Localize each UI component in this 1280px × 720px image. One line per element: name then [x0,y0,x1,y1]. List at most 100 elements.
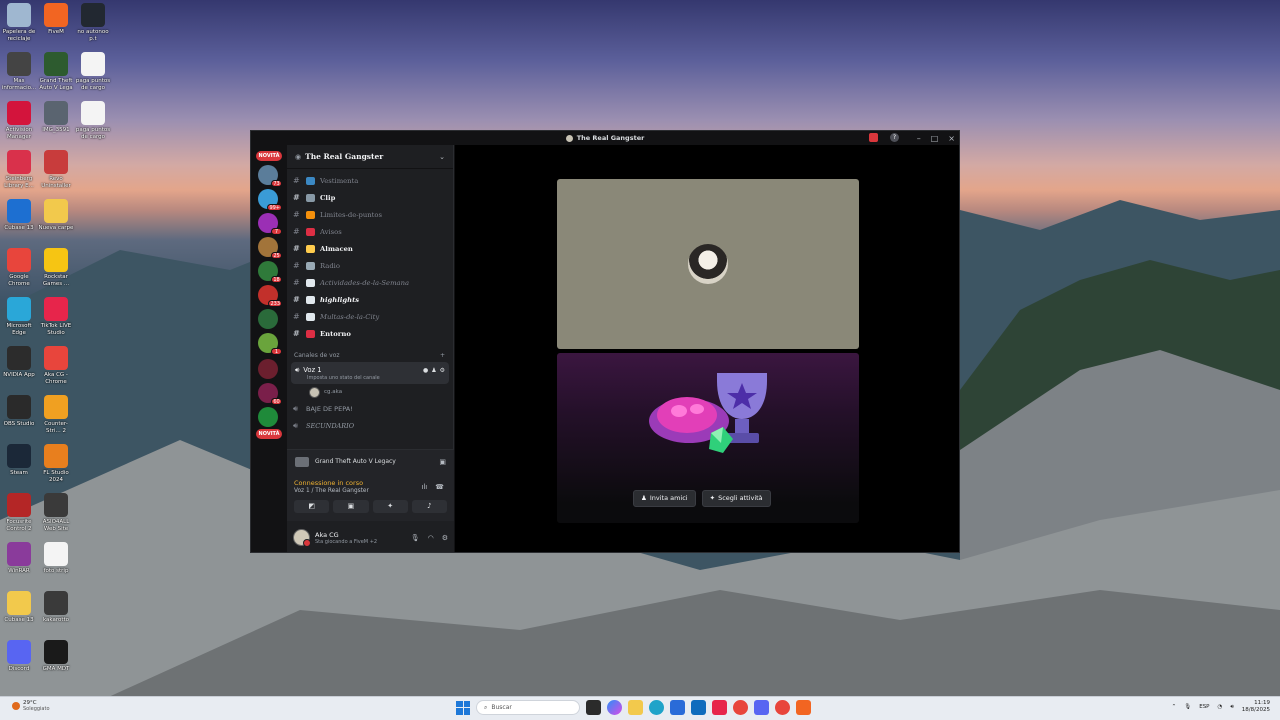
discord-icon[interactable] [754,700,769,715]
channel-item[interactable]: # Actividades-de-la-Semana [287,274,453,291]
activity-bar[interactable]: Grand Theft Auto V Legacy ▣ [287,449,454,473]
desktop-icon[interactable]: IMG_3591 [37,101,75,134]
desktop-icon[interactable]: FL Studio 2024 [37,444,75,483]
desktop-icon[interactable]: Revo Uninstaller [37,150,75,189]
desktop-icon[interactable]: Grand Theft Auto V Lega [37,52,75,91]
server-icon[interactable] [258,407,278,427]
desktop-icon[interactable]: Mas informacio... [0,52,38,91]
desktop-icon[interactable]: paga puntos de cargo [74,52,112,91]
novita-badge[interactable]: NOVITÀ [256,429,282,439]
store-icon[interactable] [670,700,685,715]
inbox-icon[interactable] [869,133,878,142]
chrome-icon[interactable] [775,700,790,715]
choose-activity-button[interactable]: ✦ Scegli attività [701,490,771,507]
desktop-icon[interactable]: Focusrite Control 2 [0,493,38,532]
outlook-icon[interactable] [691,700,706,715]
server-header[interactable]: ◉ The Real Gangster ⌄ [287,145,453,169]
disconnect-icon[interactable]: ☎ [435,483,444,491]
soundboard-button[interactable]: ♪ [411,500,447,513]
channel-item[interactable]: # Clip [287,189,453,206]
server-icon[interactable]: 18 [258,261,282,283]
volume-icon[interactable]: 🔊︎ [1230,704,1233,711]
gear-icon[interactable]: ⚙ [440,367,445,374]
voice-channel[interactable]: 🔊︎ SECUNDARIO [287,417,453,434]
channel-item[interactable]: # Limites-de-puntos [287,206,453,223]
microphone-icon[interactable]: 🎙︎ [1184,704,1191,710]
chat-icon[interactable]: ● [423,367,428,374]
wifi-icon[interactable]: ◔ [1218,704,1223,710]
headphones-icon[interactable]: ◠ [428,534,434,542]
add-channel-icon[interactable]: + [440,352,445,359]
server-icon[interactable] [258,359,278,379]
microphone-icon[interactable]: 🎙︎ [411,534,420,542]
desktop-icon[interactable]: GMA MDT [37,640,75,673]
desktop-icon[interactable]: Steam [0,444,38,477]
screen-share-button[interactable]: ▣ [333,500,369,513]
voice-channel[interactable]: 🔊︎ BAJE DE PEPA! [287,400,453,417]
tiktok-icon[interactable] [712,700,727,715]
file-explorer-icon[interactable] [628,700,643,715]
desktop-icon[interactable]: Google Chrome [0,248,38,287]
novita-badge[interactable]: NOVITÀ [256,151,282,161]
desktop-icon[interactable]: NVIDIA App [0,346,38,379]
voice-category[interactable]: Canales de voz + [287,348,453,362]
language-indicator[interactable]: ESP [1199,704,1209,710]
channel-item[interactable]: # Vestimenta [287,172,453,189]
desktop-icon[interactable]: Aka CG - Chrome [37,346,75,385]
desktop-icon[interactable]: Cubase 13 [0,591,38,624]
desktop-icon[interactable]: Rockstar Games ... [37,248,75,287]
server-icon[interactable]: 233 [258,285,282,307]
desktop-icon[interactable]: paga puntos de cargo [74,101,112,140]
edge-icon[interactable] [649,700,664,715]
server-icon[interactable]: 7 [258,213,282,235]
voice-channel-status[interactable]: Imposta uno stato del canale [295,375,445,381]
server-icon[interactable]: 99+ [258,189,282,211]
close-icon[interactable]: × [948,134,955,143]
server-icon[interactable]: 25 [258,237,282,259]
clock[interactable]: 11:19 18/8/2025 [1242,700,1270,714]
desktop-icon[interactable]: foto strip [37,542,75,575]
add-user-icon[interactable]: ♟ [431,367,436,374]
help-icon[interactable]: ? [890,133,899,142]
server-icon[interactable]: 73 [258,165,282,187]
desktop-icon[interactable]: Nueva carpe [37,199,75,232]
desktop-icon[interactable]: Activision Manager [0,101,38,140]
title-bar[interactable]: The Real Gangster ? – □ × [251,131,959,145]
desktop-icon[interactable]: FiveM [37,3,75,36]
gear-icon[interactable]: ⚙ [442,534,448,542]
weather-widget[interactable]: 29°C Soleggiato [12,700,50,712]
voice-participant[interactable]: cg.aka [287,384,453,400]
channel-item[interactable]: # highlights [287,291,453,308]
start-button[interactable] [456,700,470,715]
chevron-up-icon[interactable]: ⌃ [1172,704,1177,710]
chevron-down-icon[interactable]: ⌄ [439,153,445,161]
server-icon[interactable] [258,309,278,329]
copilot-icon[interactable] [607,700,622,715]
channel-item[interactable]: # Entorno [287,325,453,342]
chrome-icon[interactable] [733,700,748,715]
desktop-icon[interactable]: Papelera de reciclaje [0,3,38,42]
signal-icon[interactable]: ılı [421,483,427,491]
desktop-icon[interactable]: Counter-Stri... 2 [37,395,75,434]
channel-item[interactable]: # Almacen [287,240,453,257]
avatar[interactable] [293,529,311,547]
activity-button[interactable]: ✦ [372,500,408,513]
desktop-icon[interactable]: OBS Studio [0,395,38,428]
camera-button[interactable]: ◩ [294,500,330,513]
desktop-icon[interactable]: Microsoft Edge [0,297,38,336]
channel-item[interactable]: # Multas-de-la-City [287,308,453,325]
desktop-icon[interactable]: no autonoo p.t [74,3,112,42]
server-icon[interactable]: 60 [258,383,282,405]
server-icon[interactable]: 1 [258,333,282,355]
voice-channel-active[interactable]: 🔊︎ Voz 1 Imposta uno stato del canale ● … [291,362,449,384]
desktop-icon[interactable]: ASIO4ALL Web Site [37,493,75,532]
invite-friends-button[interactable]: ♟ Invita amici [633,490,696,507]
desktop-icon[interactable]: kakarotto [37,591,75,624]
desktop-icon[interactable]: WinRAR [0,542,38,575]
desktop-icon[interactable]: Discord [0,640,38,673]
desktop-icon[interactable]: Steinberg Library E... [0,150,38,189]
desktop-icon[interactable]: TikTok LIVE Studio [37,297,75,336]
fivem-icon[interactable] [796,700,811,715]
search-input[interactable]: ⌕ Buscar [476,700,580,715]
maximize-icon[interactable]: □ [931,134,939,143]
